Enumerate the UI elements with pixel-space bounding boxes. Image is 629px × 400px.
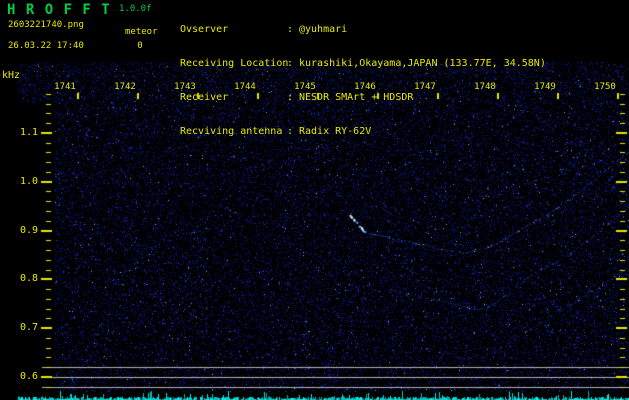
spectrogram-canvas (0, 0, 629, 400)
hrofft-output: H R O F F T 1.0.0f 2603221740.png meteor… (0, 0, 629, 400)
